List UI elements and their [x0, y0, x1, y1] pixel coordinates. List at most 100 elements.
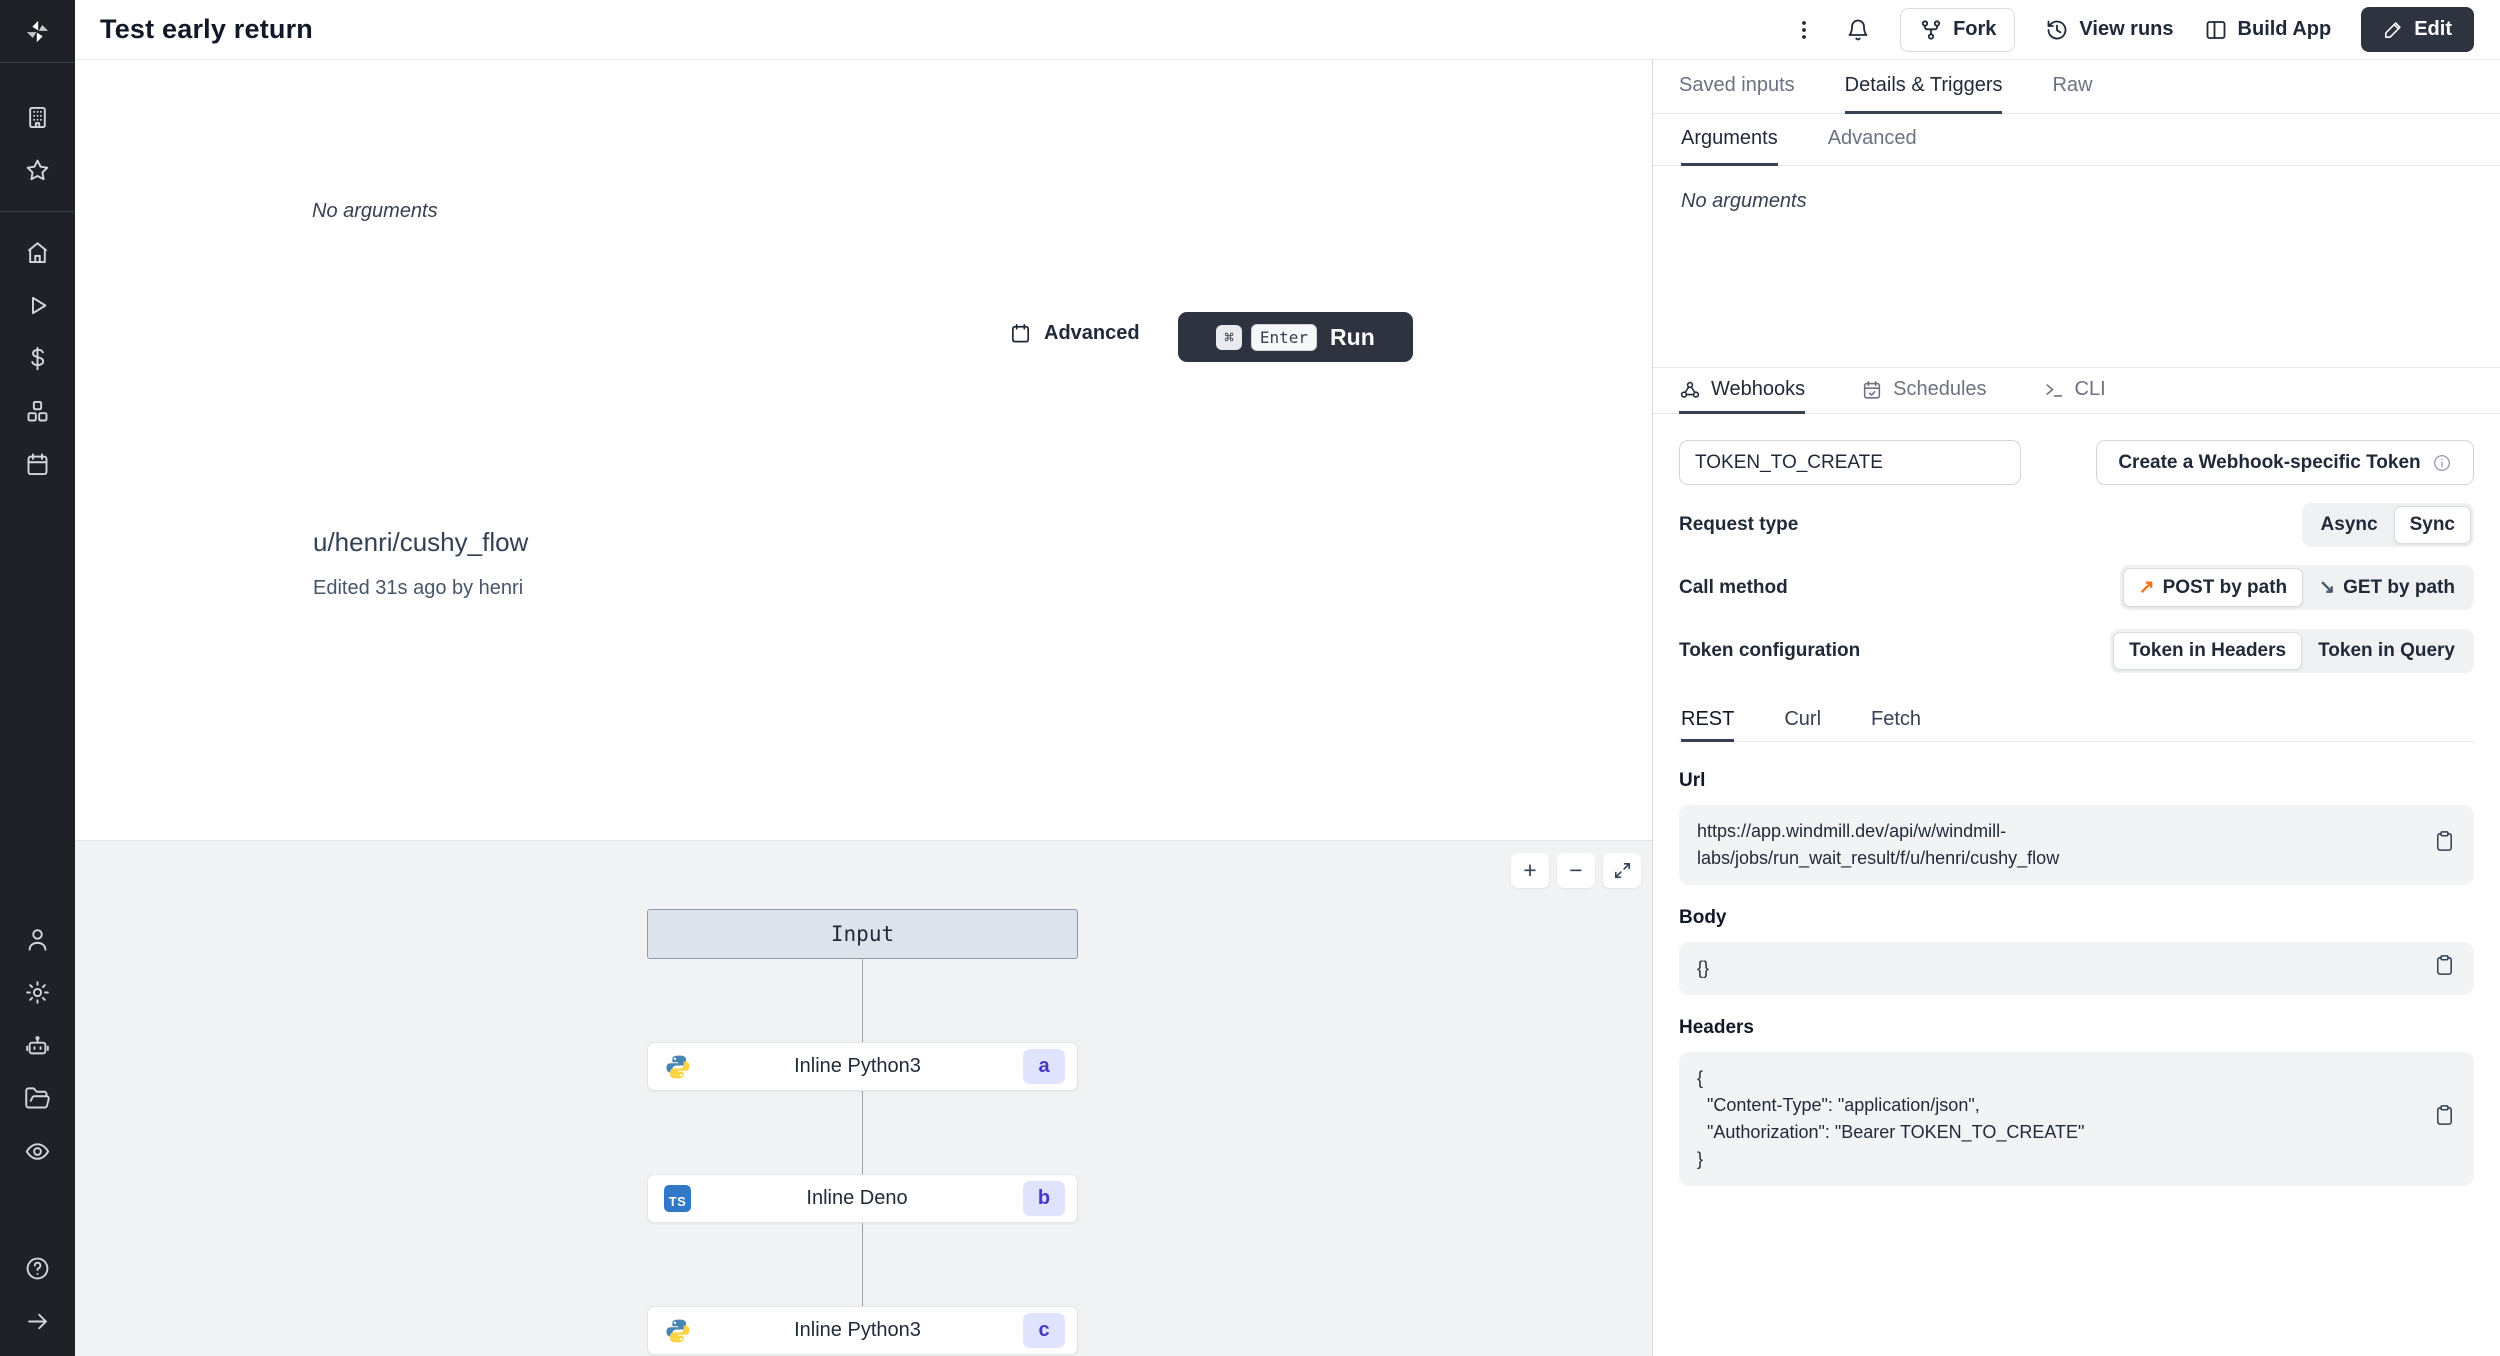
body-value: {} — [1697, 958, 1710, 978]
sidebar-item-folders[interactable] — [0, 1072, 75, 1125]
sidebar-item-workspace[interactable] — [0, 91, 75, 144]
clipboard-icon — [2437, 831, 2452, 851]
token-config-row: Token configuration Token in Headers Tok… — [1679, 627, 2474, 674]
flow-node-b[interactable]: TS Inline Deno b — [647, 1174, 1078, 1223]
tab-schedules-label: Schedules — [1893, 378, 1987, 400]
token-in-headers[interactable]: Token in Headers — [2113, 631, 2303, 670]
body-box: {} — [1679, 942, 2474, 995]
sidebar-item-help[interactable] — [0, 1242, 75, 1295]
details-panel: Saved inputs Details & Triggers Raw Argu… — [1652, 60, 2500, 1356]
flow-node-label: Inline Python3 — [794, 1319, 921, 1341]
tab-details-triggers[interactable]: Details & Triggers — [1844, 60, 2003, 114]
copy-headers-button[interactable] — [2433, 1104, 2456, 1135]
webhook-icon — [1680, 381, 1700, 398]
run-button[interactable]: ⌘ Enter Run — [1178, 312, 1413, 362]
notifications-button[interactable] — [1846, 18, 1870, 42]
advanced-button-label: Advanced — [1044, 322, 1140, 344]
no-arguments-text: No arguments — [312, 200, 438, 222]
flow-edge — [862, 959, 863, 1042]
url-label: Url — [1679, 770, 1706, 791]
snippet-tabs: REST Curl Fetch — [1679, 700, 2474, 742]
copy-url-button[interactable] — [2433, 830, 2456, 861]
sidebar-divider — [0, 211, 75, 212]
create-webhook-token-button[interactable]: Create a Webhook-specific Token — [2096, 440, 2474, 485]
clipboard-icon — [2437, 1105, 2452, 1125]
sidebar-item-workers[interactable] — [0, 1019, 75, 1072]
sidebar-item-users[interactable] — [0, 913, 75, 966]
bell-icon — [1848, 19, 1868, 40]
flow-node-label: Inline Deno — [806, 1187, 908, 1209]
flow-edge — [862, 1091, 863, 1174]
edit-button[interactable]: Edit — [2361, 7, 2474, 52]
webhook-token-input[interactable] — [1679, 440, 2021, 485]
star-icon — [26, 159, 49, 181]
zoom-out-button[interactable]: − — [1557, 853, 1595, 888]
tab-cli[interactable]: CLI — [2043, 368, 2106, 414]
headers-value: { "Content-Type": "application/json", "A… — [1697, 1068, 2085, 1169]
request-type-sync[interactable]: Sync — [2393, 505, 2471, 544]
call-method-post[interactable]: ↗ POST by path — [2122, 568, 2304, 607]
flow-graph-canvas[interactable]: + − Input Inline Python3 a TS Inline Den… — [75, 840, 1652, 1356]
sidebar-item-audit-logs[interactable] — [0, 1125, 75, 1178]
copy-body-button[interactable] — [2433, 953, 2456, 984]
call-method-get[interactable]: ↘ GET by path — [2303, 568, 2471, 607]
page-title: Test early return — [100, 14, 313, 44]
fit-view-button[interactable] — [1603, 853, 1641, 888]
flow-node-c[interactable]: Inline Python3 c — [647, 1306, 1078, 1355]
tab-raw[interactable]: Raw — [2052, 60, 2092, 114]
subtab-advanced[interactable]: Advanced — [1828, 114, 1917, 166]
create-webhook-token-label: Create a Webhook-specific Token — [2118, 451, 2421, 473]
fork-button[interactable]: Fork — [1900, 7, 2016, 52]
sidebar-expand-button[interactable] — [0, 1295, 75, 1348]
sidebar-item-variables[interactable] — [0, 332, 75, 385]
arrow-down-right-icon: ↘ — [2319, 577, 2336, 598]
help-circle-icon — [26, 1257, 49, 1280]
call-method-post-label: POST by path — [2162, 576, 2288, 598]
build-app-button[interactable]: Build App — [2204, 18, 2331, 42]
building-icon — [29, 106, 46, 129]
tab-curl[interactable]: Curl — [1784, 700, 1821, 742]
advanced-button[interactable]: Advanced — [1009, 322, 1140, 345]
gear-icon — [26, 981, 49, 1004]
flow-path: u/henri/cushy_flow — [313, 527, 529, 557]
subtab-arguments[interactable]: Arguments — [1681, 114, 1778, 166]
token-in-query[interactable]: Token in Query — [2302, 632, 2471, 670]
request-type-row: Request type Async Sync — [1679, 501, 2474, 548]
sidebar-item-home[interactable] — [0, 226, 75, 279]
cmd-key-chip: ⌘ — [1216, 324, 1242, 350]
flow-node-a[interactable]: Inline Python3 a — [647, 1042, 1078, 1091]
windmill-logo-icon[interactable] — [0, 0, 75, 62]
tab-saved-inputs[interactable]: Saved inputs — [1679, 60, 1795, 114]
sidebar-item-settings[interactable] — [0, 966, 75, 1019]
body-label: Body — [1679, 907, 1727, 928]
token-config-toggle: Token in Headers Token in Query — [2110, 628, 2474, 673]
flow-input-node[interactable]: Input — [647, 909, 1078, 959]
tab-webhooks-label: Webhooks — [1711, 378, 1806, 400]
pencil-icon — [2385, 22, 2401, 38]
zoom-in-button[interactable]: + — [1511, 853, 1549, 888]
tab-schedules[interactable]: Schedules — [1861, 368, 1987, 414]
url-value: https://app.windmill.dev/api/w/windmill-… — [1697, 821, 2060, 868]
trigger-tabs: Webhooks Schedules CLI — [1653, 367, 2500, 414]
info-icon — [2433, 454, 2450, 471]
tab-rest[interactable]: REST — [1681, 700, 1735, 742]
test-area: No arguments Advanced ⌘ Enter Run u/henr… — [75, 60, 1652, 840]
sidebar-item-runs[interactable] — [0, 279, 75, 332]
sidebar-item-favorites[interactable] — [0, 144, 75, 197]
terminal-icon — [2045, 383, 2062, 397]
sidebar-item-resources[interactable] — [0, 385, 75, 438]
git-fork-icon — [1921, 19, 1941, 40]
arrow-up-right-icon: ↗ — [2138, 577, 2155, 598]
tab-fetch[interactable]: Fetch — [1871, 700, 1921, 742]
sidebar-item-schedules[interactable] — [0, 438, 75, 491]
sidebar-divider — [0, 62, 75, 63]
flow-node-badge: a — [1023, 1049, 1065, 1084]
view-runs-button[interactable]: View runs — [2045, 18, 2174, 42]
top-header: Test early return Fork View runs Build A… — [75, 0, 2500, 60]
headers-label: Headers — [1679, 1017, 1754, 1038]
tab-webhooks[interactable]: Webhooks — [1679, 368, 1806, 414]
edited-info: Edited 31s ago by henri — [313, 577, 524, 599]
request-type-async[interactable]: Async — [2305, 506, 2394, 544]
token-config-label: Token configuration — [1679, 639, 1861, 661]
more-menu-button[interactable] — [1792, 18, 1816, 42]
